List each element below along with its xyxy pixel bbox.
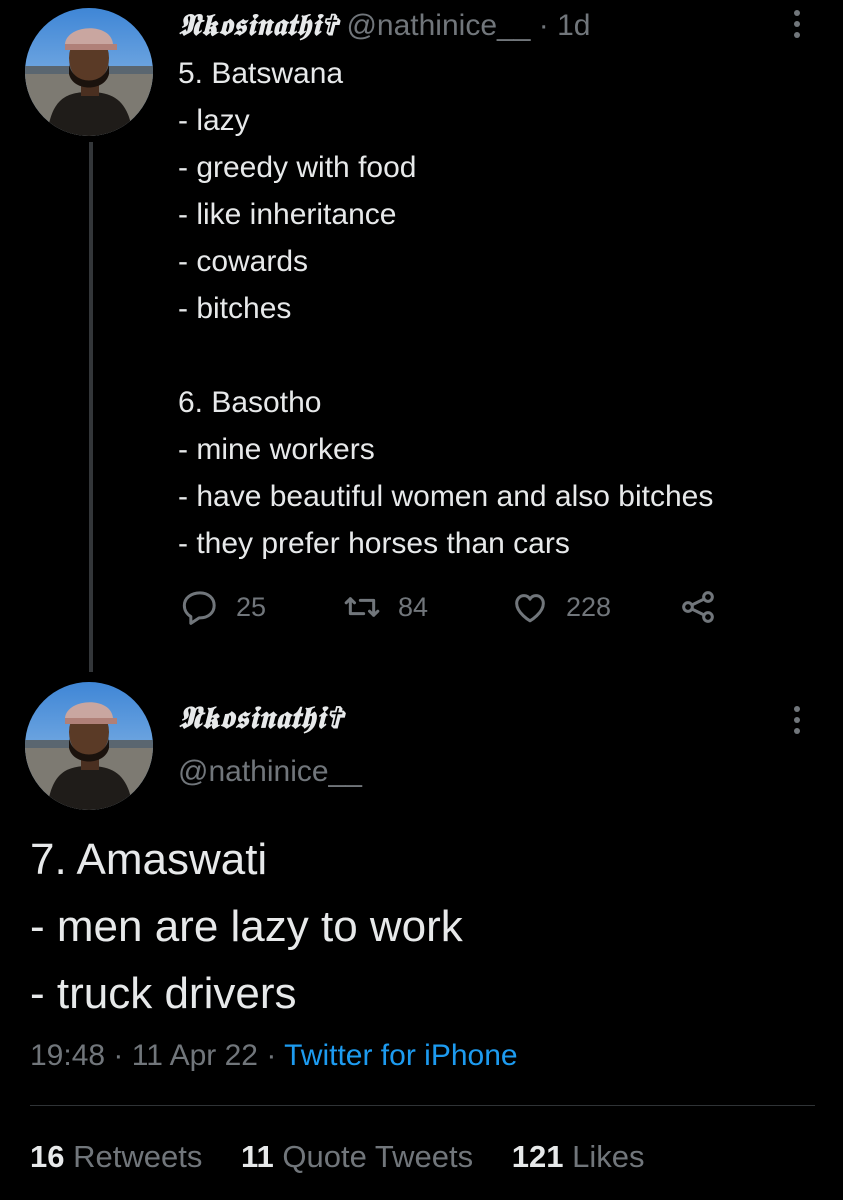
tweet-line: 6. Basotho [178,386,322,419]
likes-label: Likes [572,1139,645,1174]
tweet-line: 7. Amaswati [30,835,268,884]
tweet-line: 5. Batswana [178,57,344,90]
tweet-line: - like inheritance [178,198,397,231]
more-icon[interactable] [787,700,807,740]
like-count: 228 [566,591,612,622]
retweets-label: Retweets [73,1139,203,1174]
separator: · [538,9,549,42]
tweet2-text: 7. Amaswati - men are lazy to work - tru… [30,826,830,1027]
tweet-meta: 19:48 · 11 Apr 22 · Twitter for iPhone [30,1036,518,1076]
share-button[interactable] [678,585,718,629]
tweet-line: - men are lazy to work [30,902,463,951]
share-icon [682,591,714,623]
tweet-line: - cowards [178,245,309,278]
tweet-line: - bitches [178,292,292,325]
thread-connector [89,142,93,672]
divider [30,1105,815,1106]
reply-button[interactable]: 25 [180,585,266,629]
quotes-count: 11 [240,1139,274,1174]
more-icon[interactable] [787,4,807,44]
tweet-line: - they prefer horses than cars [178,527,570,560]
reply-icon [182,591,216,625]
heart-icon [515,594,545,623]
reply-count: 25 [236,591,267,622]
retweet-count: 84 [398,591,429,622]
tweet-line [178,332,828,379]
quotes-label: Quote Tweets [282,1139,474,1174]
avatar-photo [25,682,153,810]
retweets-count: 16 [30,1139,65,1174]
tweet-time[interactable]: 19:48 [30,1039,105,1072]
tweet-date[interactable]: 11 Apr 22 [132,1039,258,1072]
display-name[interactable]: 𝕹𝖐𝖔𝖘𝖎𝖓𝖆𝖙𝖍𝖎✞ [178,8,338,43]
retweet-button[interactable]: 84 [342,585,428,629]
avatar[interactable] [25,682,153,810]
source-link[interactable]: Twitter for iPhone [284,1039,517,1072]
user-handle[interactable]: @nathinice__ [178,752,362,792]
like-button[interactable]: 228 [510,585,611,629]
separator: · [113,1039,124,1072]
retweet-icon [344,597,380,617]
tweet1-text: 5. Batswana - lazy - greedy with food - … [178,50,828,567]
retweets-stat[interactable]: 16 Retweets [30,1137,202,1177]
tweet1-actions: 25 84 228 [180,585,720,629]
tweet-line: - truck drivers [30,969,297,1018]
tweet-stats: 16 Retweets 11 Quote Tweets 121 Likes [30,1137,674,1177]
avatar[interactable] [25,8,153,136]
tweet-line: - mine workers [178,433,375,466]
quotes-stat[interactable]: 11 Quote Tweets [241,1137,473,1177]
tweet-line: - greedy with food [178,151,417,184]
separator: · [266,1039,277,1072]
display-name[interactable]: 𝕹𝖐𝖔𝖘𝖎𝖓𝖆𝖙𝖍𝖎✞ [178,698,343,738]
tweet-line: - lazy [178,104,250,137]
tweet1-header: 𝕹𝖐𝖔𝖘𝖎𝖓𝖆𝖙𝖍𝖎✞ @nathinice__ · 1d [178,6,590,46]
timestamp[interactable]: 1d [557,9,590,42]
avatar-photo [25,8,153,136]
likes-count: 121 [511,1139,564,1174]
user-handle[interactable]: @nathinice__ [346,9,530,42]
tweet-line: - have beautiful women and also bitches [178,480,714,513]
likes-stat[interactable]: 121 Likes [512,1137,645,1177]
